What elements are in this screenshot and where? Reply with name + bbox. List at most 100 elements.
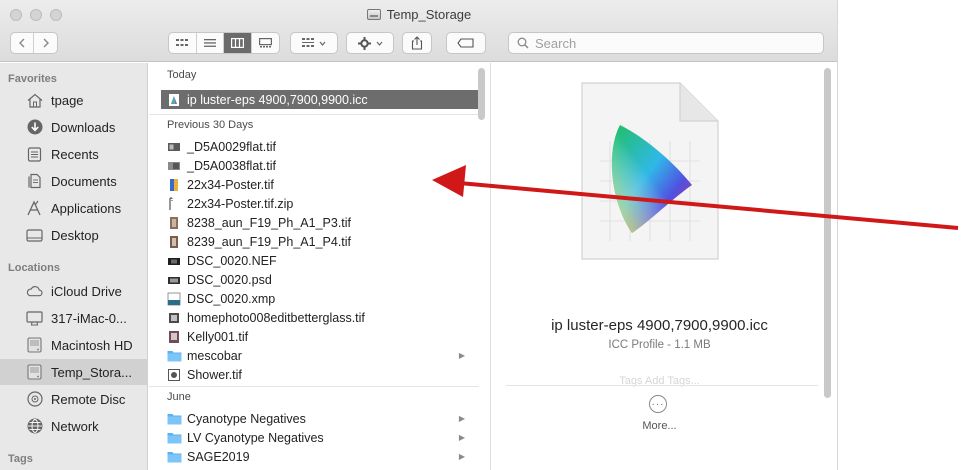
sidebar-item-downloads[interactable]: Downloads bbox=[0, 114, 148, 140]
sidebar-item-label: 317-iMac-0... bbox=[51, 310, 127, 326]
network-icon bbox=[26, 418, 43, 435]
group-heading-today: Today bbox=[167, 69, 197, 81]
preview-scrollbar[interactable] bbox=[824, 68, 831, 398]
sidebar-item-label: iCloud Drive bbox=[51, 283, 122, 299]
finder-window: Temp_Storage Search Favorites tpage Down… bbox=[0, 0, 838, 470]
forward-button[interactable] bbox=[34, 33, 57, 53]
toolbar: Temp_Storage Search bbox=[0, 0, 837, 62]
icc-profile-document-icon bbox=[581, 82, 719, 260]
search-field[interactable]: Search bbox=[508, 32, 824, 54]
image-file-icon bbox=[167, 140, 181, 154]
tags-button[interactable] bbox=[446, 32, 486, 54]
divider bbox=[506, 385, 818, 386]
sidebar-item-remote-disc[interactable]: Remote Disc bbox=[0, 386, 148, 412]
sidebar-item-temp-storage[interactable]: Temp_Stora... bbox=[0, 359, 148, 385]
image-file-icon bbox=[167, 159, 181, 173]
gallery-view-button[interactable] bbox=[252, 33, 279, 53]
sidebar-item-documents[interactable]: Documents bbox=[0, 168, 148, 194]
poster-file-icon bbox=[167, 178, 181, 192]
file-name: 22x34-Poster.tif.zip bbox=[187, 196, 294, 211]
sidebar-item-icloud-drive[interactable]: iCloud Drive bbox=[0, 278, 148, 304]
recents-icon bbox=[26, 146, 43, 163]
image-file-icon bbox=[167, 216, 181, 230]
file-name: DSC_0020.NEF bbox=[187, 253, 277, 268]
file-list-scrollbar[interactable] bbox=[478, 68, 485, 120]
sidebar-item-applications[interactable]: Applications bbox=[0, 195, 148, 221]
file-name: homephoto008editbetterglass.tif bbox=[187, 310, 365, 325]
external-disk-icon bbox=[26, 364, 43, 381]
file-row[interactable]: Shower.tif bbox=[161, 365, 479, 384]
chevron-right-icon: ▶ bbox=[458, 414, 465, 423]
applications-icon bbox=[26, 200, 43, 217]
file-row[interactable]: _D5A0029flat.tif bbox=[161, 137, 479, 156]
file-row[interactable]: homephoto008editbetterglass.tif bbox=[161, 308, 479, 327]
sidebar: Favorites tpage Downloads Recents Docume… bbox=[0, 63, 148, 470]
file-row[interactable]: DSC_0020.psd bbox=[161, 270, 479, 289]
hard-disk-icon bbox=[26, 337, 43, 354]
folder-row[interactable]: mescobar ▶ bbox=[161, 346, 479, 365]
file-row[interactable]: 8239_aun_F19_Ph_A1_P4.tif bbox=[161, 232, 479, 251]
sidebar-item-label: Desktop bbox=[51, 227, 99, 243]
raw-file-icon bbox=[167, 254, 181, 268]
file-name: Kelly001.tif bbox=[187, 329, 249, 344]
sidebar-item-label: Recents bbox=[51, 146, 99, 162]
gallery-icon bbox=[258, 38, 272, 48]
action-button[interactable] bbox=[346, 32, 394, 54]
file-name: _D5A0029flat.tif bbox=[187, 139, 276, 154]
column-view-button[interactable] bbox=[224, 33, 252, 53]
list-icon bbox=[203, 39, 216, 47]
file-list-column: Today ip luster-eps 4900,7900,9900.icc P… bbox=[149, 63, 491, 470]
folder-row[interactable]: Cyanotype Negatives ▶ bbox=[161, 409, 479, 428]
sidebar-item-network[interactable]: Network bbox=[0, 413, 148, 439]
sidebar-item-tpage[interactable]: tpage bbox=[0, 87, 148, 113]
sidebar-item-imac[interactable]: 317-iMac-0... bbox=[0, 305, 148, 331]
list-view-button[interactable] bbox=[197, 33, 224, 53]
image-file-icon bbox=[167, 368, 181, 382]
psd-file-icon bbox=[167, 273, 181, 287]
sidebar-item-label: Documents bbox=[51, 173, 117, 189]
group-by-button[interactable] bbox=[290, 32, 338, 54]
window-title: Temp_Storage bbox=[0, 7, 837, 22]
file-row[interactable]: 22x34-Poster.tif.zip bbox=[161, 194, 479, 213]
sidebar-item-label: tpage bbox=[51, 92, 84, 108]
file-row[interactable]: Kelly001.tif bbox=[161, 327, 479, 346]
back-button[interactable] bbox=[11, 33, 35, 53]
share-button[interactable] bbox=[402, 32, 432, 54]
folder-icon bbox=[167, 412, 182, 426]
folder-icon bbox=[167, 450, 182, 464]
folder-row[interactable]: LV Cyanotype Negatives ▶ bbox=[161, 428, 479, 447]
home-icon bbox=[26, 92, 43, 109]
locations-heading: Locations bbox=[8, 262, 60, 274]
icon-view-button[interactable] bbox=[169, 33, 197, 53]
chevron-right-icon: ▶ bbox=[458, 351, 465, 360]
file-name: mescobar bbox=[187, 348, 242, 363]
chevron-right-icon: ▶ bbox=[458, 433, 465, 442]
file-row-icc[interactable]: ip luster-eps 4900,7900,9900.icc bbox=[161, 90, 479, 109]
file-row[interactable]: DSC_0020.xmp bbox=[161, 289, 479, 308]
chevron-right-icon bbox=[43, 38, 49, 48]
folder-icon bbox=[167, 349, 182, 363]
sidebar-item-recents[interactable]: Recents bbox=[0, 141, 148, 167]
group-heading-june: June bbox=[149, 386, 479, 406]
downloads-icon bbox=[26, 119, 43, 136]
search-icon bbox=[517, 37, 529, 49]
more-icon[interactable]: ··· bbox=[649, 395, 667, 413]
group-heading-previous: Previous 30 Days bbox=[149, 114, 479, 134]
file-name: 8238_aun_F19_Ph_A1_P3.tif bbox=[187, 215, 352, 230]
sidebar-item-desktop[interactable]: Desktop bbox=[0, 222, 148, 248]
sidebar-item-macintosh-hd[interactable]: Macintosh HD bbox=[0, 332, 148, 358]
file-row[interactable]: DSC_0020.NEF bbox=[161, 251, 479, 270]
share-icon bbox=[411, 36, 423, 50]
file-row[interactable]: 22x34-Poster.tif bbox=[161, 175, 479, 194]
folder-row[interactable]: SAGE2019 ▶ bbox=[161, 447, 479, 466]
external-disk-icon bbox=[366, 9, 381, 20]
file-row[interactable]: 8238_aun_F19_Ph_A1_P3.tif bbox=[161, 213, 479, 232]
file-row[interactable]: _D5A0038flat.tif bbox=[161, 156, 479, 175]
favorites-heading: Favorites bbox=[8, 73, 57, 85]
file-name: 8239_aun_F19_Ph_A1_P4.tif bbox=[187, 234, 352, 249]
chevron-down-icon bbox=[319, 41, 326, 46]
sidebar-item-label: Downloads bbox=[51, 119, 116, 135]
preview-file-kind: ICC Profile - 1.1 MB bbox=[608, 339, 711, 351]
more-button[interactable]: More... bbox=[492, 420, 827, 432]
sidebar-item-label: Applications bbox=[51, 200, 122, 216]
